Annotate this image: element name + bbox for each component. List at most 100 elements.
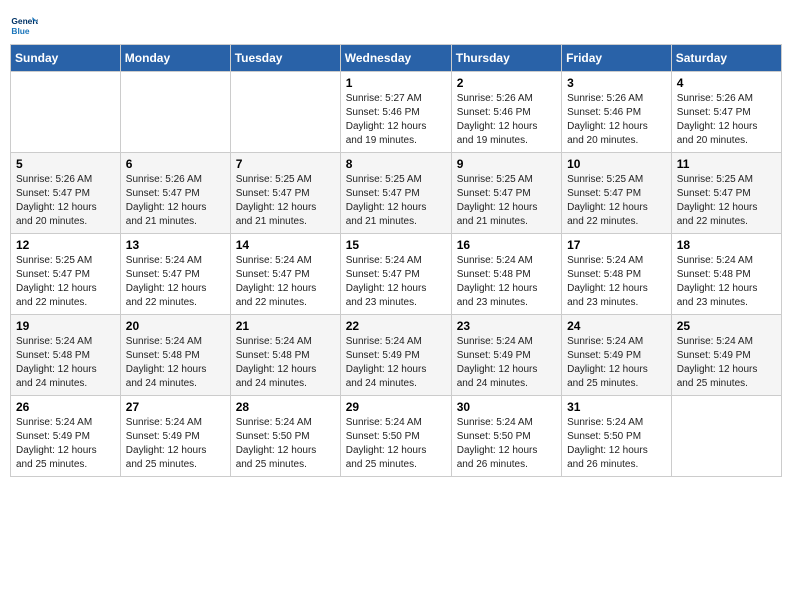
calendar-cell: 27 Sunrise: 5:24 AM Sunset: 5:49 PM Dayli… (120, 396, 230, 477)
calendar-cell: 8 Sunrise: 5:25 AM Sunset: 5:47 PM Daylig… (340, 153, 451, 234)
day-detail: Sunrise: 5:24 AM Sunset: 5:48 PM Dayligh… (567, 254, 666, 310)
day-number: 8 (346, 157, 446, 171)
day-detail: Sunrise: 5:24 AM Sunset: 5:48 PM Dayligh… (457, 254, 556, 310)
calendar-cell: 14Sunrise: 5:24 AM Sunset: 5:47 PM Dayli… (230, 234, 340, 315)
svg-text:General: General (11, 16, 38, 26)
calendar-cell: 12 Sunrise: 5:25 AM Sunset: 5:47 PM Dayli… (11, 234, 121, 315)
col-header-sunday: Sunday (11, 45, 121, 72)
day-detail: Sunrise: 5:26 AM Sunset: 5:47 PM Dayligh… (16, 173, 115, 229)
day-detail: Sunrise: 5:26 AM Sunset: 5:47 PM Dayligh… (677, 92, 776, 148)
day-number: 1 (346, 76, 446, 90)
day-number: 11 (677, 157, 776, 171)
day-number: 14 (236, 238, 335, 252)
day-detail: Sunrise: 5:24 AM Sunset: 5:49 PM Dayligh… (567, 335, 666, 391)
day-detail: Sunrise: 5:24 AM Sunset: 5:50 PM Dayligh… (567, 416, 666, 472)
calendar-cell: 2 Sunrise: 5:26 AM Sunset: 5:46 PM Daylig… (451, 72, 561, 153)
day-detail: Sunrise: 5:24 AM Sunset: 5:50 PM Dayligh… (346, 416, 446, 472)
day-number: 9 (457, 157, 556, 171)
day-number: 6 (126, 157, 225, 171)
week-row-4: 19 Sunrise: 5:24 AM Sunset: 5:48 PM Dayli… (11, 315, 782, 396)
col-header-monday: Monday (120, 45, 230, 72)
calendar-cell: 31 Sunrise: 5:24 AM Sunset: 5:50 PM Dayli… (562, 396, 672, 477)
day-detail: Sunrise: 5:25 AM Sunset: 5:47 PM Dayligh… (677, 173, 776, 229)
calendar-cell: 19 Sunrise: 5:24 AM Sunset: 5:48 PM Dayli… (11, 315, 121, 396)
week-row-1: 1 Sunrise: 5:27 AM Sunset: 5:46 PM Daylig… (11, 72, 782, 153)
calendar-cell (11, 72, 121, 153)
header-row: SundayMondayTuesdayWednesdayThursdayFrid… (11, 45, 782, 72)
day-detail: Sunrise: 5:26 AM Sunset: 5:46 PM Dayligh… (457, 92, 556, 148)
calendar-cell: 22 Sunrise: 5:24 AM Sunset: 5:49 PM Dayli… (340, 315, 451, 396)
day-number: 10 (567, 157, 666, 171)
day-number: 4 (677, 76, 776, 90)
day-number: 16 (457, 238, 556, 252)
week-row-3: 12 Sunrise: 5:25 AM Sunset: 5:47 PM Dayli… (11, 234, 782, 315)
day-detail: Sunrise: 5:24 AM Sunset: 5:49 PM Dayligh… (126, 416, 225, 472)
day-detail: Sunrise: 5:24 AM Sunset: 5:48 PM Dayligh… (677, 254, 776, 310)
day-detail: Sunrise: 5:25 AM Sunset: 5:47 PM Dayligh… (16, 254, 115, 310)
day-detail: Sunrise: 5:24 AM Sunset: 5:49 PM Dayligh… (16, 416, 115, 472)
day-detail: Sunrise: 5:25 AM Sunset: 5:47 PM Dayligh… (346, 173, 446, 229)
calendar-cell: 3Sunrise: 5:26 AM Sunset: 5:46 PM Daylig… (562, 72, 672, 153)
col-header-saturday: Saturday (671, 45, 781, 72)
week-row-5: 26 Sunrise: 5:24 AM Sunset: 5:49 PM Dayli… (11, 396, 782, 477)
day-detail: Sunrise: 5:24 AM Sunset: 5:47 PM Dayligh… (126, 254, 225, 310)
calendar-cell: 1 Sunrise: 5:27 AM Sunset: 5:46 PM Daylig… (340, 72, 451, 153)
day-detail: Sunrise: 5:26 AM Sunset: 5:46 PM Dayligh… (567, 92, 666, 148)
calendar-table: SundayMondayTuesdayWednesdayThursdayFrid… (10, 44, 782, 477)
day-number: 28 (236, 400, 335, 414)
day-number: 5 (16, 157, 115, 171)
day-number: 25 (677, 319, 776, 333)
calendar-cell (671, 396, 781, 477)
calendar-cell: 6 Sunrise: 5:26 AM Sunset: 5:47 PM Daylig… (120, 153, 230, 234)
day-detail: Sunrise: 5:25 AM Sunset: 5:47 PM Dayligh… (236, 173, 335, 229)
day-detail: Sunrise: 5:24 AM Sunset: 5:48 PM Dayligh… (126, 335, 225, 391)
day-detail: Sunrise: 5:24 AM Sunset: 5:48 PM Dayligh… (236, 335, 335, 391)
day-number: 13 (126, 238, 225, 252)
calendar-cell: 5 Sunrise: 5:26 AM Sunset: 5:47 PM Daylig… (11, 153, 121, 234)
day-number: 12 (16, 238, 115, 252)
day-number: 7 (236, 157, 335, 171)
logo-icon: General Blue (10, 10, 38, 38)
svg-text:Blue: Blue (11, 26, 29, 36)
calendar-cell (230, 72, 340, 153)
calendar-cell: 30 Sunrise: 5:24 AM Sunset: 5:50 PM Dayli… (451, 396, 561, 477)
day-detail: Sunrise: 5:24 AM Sunset: 5:47 PM Dayligh… (346, 254, 446, 310)
calendar-cell (120, 72, 230, 153)
col-header-tuesday: Tuesday (230, 45, 340, 72)
calendar-cell: 21 Sunrise: 5:24 AM Sunset: 5:48 PM Dayli… (230, 315, 340, 396)
calendar-cell: 20 Sunrise: 5:24 AM Sunset: 5:48 PM Dayli… (120, 315, 230, 396)
calendar-cell: 15 Sunrise: 5:24 AM Sunset: 5:47 PM Dayli… (340, 234, 451, 315)
day-detail: Sunrise: 5:24 AM Sunset: 5:49 PM Dayligh… (346, 335, 446, 391)
calendar-cell: 18Sunrise: 5:24 AM Sunset: 5:48 PM Dayli… (671, 234, 781, 315)
day-detail: Sunrise: 5:26 AM Sunset: 5:47 PM Dayligh… (126, 173, 225, 229)
day-detail: Sunrise: 5:25 AM Sunset: 5:47 PM Dayligh… (457, 173, 556, 229)
day-number: 21 (236, 319, 335, 333)
calendar-cell: 28Sunrise: 5:24 AM Sunset: 5:50 PM Dayli… (230, 396, 340, 477)
calendar-cell: 26 Sunrise: 5:24 AM Sunset: 5:49 PM Dayli… (11, 396, 121, 477)
calendar-cell: 17Sunrise: 5:24 AM Sunset: 5:48 PM Dayli… (562, 234, 672, 315)
day-number: 2 (457, 76, 556, 90)
page-header: General Blue (10, 10, 782, 38)
day-detail: Sunrise: 5:24 AM Sunset: 5:50 PM Dayligh… (457, 416, 556, 472)
day-number: 26 (16, 400, 115, 414)
week-row-2: 5 Sunrise: 5:26 AM Sunset: 5:47 PM Daylig… (11, 153, 782, 234)
day-number: 31 (567, 400, 666, 414)
day-number: 15 (346, 238, 446, 252)
day-detail: Sunrise: 5:27 AM Sunset: 5:46 PM Dayligh… (346, 92, 446, 148)
calendar-cell: 24Sunrise: 5:24 AM Sunset: 5:49 PM Dayli… (562, 315, 672, 396)
calendar-cell: 13 Sunrise: 5:24 AM Sunset: 5:47 PM Dayli… (120, 234, 230, 315)
calendar-cell: 23Sunrise: 5:24 AM Sunset: 5:49 PM Dayli… (451, 315, 561, 396)
day-detail: Sunrise: 5:25 AM Sunset: 5:47 PM Dayligh… (567, 173, 666, 229)
day-detail: Sunrise: 5:24 AM Sunset: 5:48 PM Dayligh… (16, 335, 115, 391)
day-number: 27 (126, 400, 225, 414)
day-number: 30 (457, 400, 556, 414)
day-detail: Sunrise: 5:24 AM Sunset: 5:49 PM Dayligh… (677, 335, 776, 391)
calendar-cell: 10 Sunrise: 5:25 AM Sunset: 5:47 PM Dayli… (562, 153, 672, 234)
col-header-friday: Friday (562, 45, 672, 72)
day-number: 19 (16, 319, 115, 333)
day-number: 20 (126, 319, 225, 333)
day-number: 22 (346, 319, 446, 333)
calendar-cell: 29 Sunrise: 5:24 AM Sunset: 5:50 PM Dayli… (340, 396, 451, 477)
col-header-thursday: Thursday (451, 45, 561, 72)
day-number: 29 (346, 400, 446, 414)
